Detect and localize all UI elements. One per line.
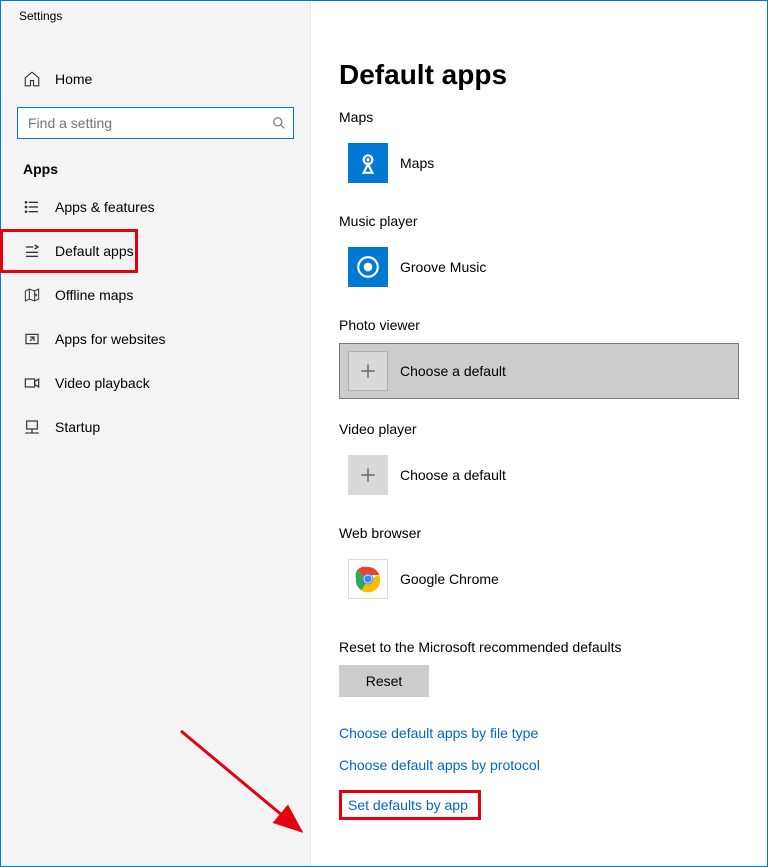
links: Choose default apps by file type Choose … <box>339 725 739 821</box>
link-by-file-type[interactable]: Choose default apps by file type <box>339 725 538 741</box>
app-web-label: Google Chrome <box>400 571 499 587</box>
sidebar-item-default-apps[interactable]: Default apps <box>3 232 135 270</box>
category-web-label: Web browser <box>339 525 739 541</box>
app-music[interactable]: Groove Music <box>339 239 739 295</box>
sidebar-item-apps-for-websites[interactable]: Apps for websites <box>1 317 310 361</box>
sidebar-item-label: Apps for websites <box>55 331 166 347</box>
app-maps-label: Maps <box>400 155 434 171</box>
list-icon <box>23 198 41 216</box>
search-input[interactable] <box>17 107 294 139</box>
link-set-defaults-by-app[interactable]: Set defaults by app <box>348 797 468 813</box>
maps-icon <box>348 143 388 183</box>
category-photo-label: Photo viewer <box>339 317 739 333</box>
home-label: Home <box>55 71 92 87</box>
app-music-label: Groove Music <box>400 259 486 275</box>
app-web[interactable]: Google Chrome <box>339 551 739 607</box>
category-video-label: Video player <box>339 421 739 437</box>
reset-text: Reset to the Microsoft recommended defau… <box>339 639 739 655</box>
app-video[interactable]: Choose a default <box>339 447 739 503</box>
sidebar-section-title: Apps <box>1 139 310 181</box>
category-maps-label: Maps <box>339 109 739 125</box>
sidebar-item-label: Apps & features <box>55 199 155 215</box>
page-title: Default apps <box>339 59 739 91</box>
nav-list: Apps & features Default apps <box>1 181 310 449</box>
sidebar-item-label: Offline maps <box>55 287 133 303</box>
window-title: Settings <box>1 1 310 29</box>
startup-icon <box>23 418 41 436</box>
main-panel: Default apps Maps Maps Music player Groo… <box>311 1 767 866</box>
map-icon <box>23 286 41 304</box>
groove-icon <box>348 247 388 287</box>
sidebar-item-startup[interactable]: Startup <box>1 405 310 449</box>
app-video-label: Choose a default <box>400 467 506 483</box>
category-music-label: Music player <box>339 213 739 229</box>
sidebar-item-apps-features[interactable]: Apps & features <box>1 185 310 229</box>
app-photo-label: Choose a default <box>400 363 506 379</box>
app-photo[interactable]: Choose a default <box>339 343 739 399</box>
link-by-protocol[interactable]: Choose default apps by protocol <box>339 757 540 773</box>
sidebar: Settings Home Apps <box>1 1 311 866</box>
home-button[interactable]: Home <box>1 57 310 101</box>
home-icon <box>23 70 41 88</box>
sidebar-item-label: Video playback <box>55 375 150 391</box>
sidebar-item-video-playback[interactable]: Video playback <box>1 361 310 405</box>
open-icon <box>23 330 41 348</box>
sidebar-item-label: Default apps <box>55 243 134 259</box>
plus-icon <box>348 455 388 495</box>
video-icon <box>23 374 41 392</box>
sidebar-item-offline-maps[interactable]: Offline maps <box>1 273 310 317</box>
app-maps[interactable]: Maps <box>339 135 739 191</box>
chrome-icon <box>348 559 388 599</box>
defaults-icon <box>23 242 41 260</box>
sidebar-item-label: Startup <box>55 419 100 435</box>
reset-button[interactable]: Reset <box>339 665 429 697</box>
plus-icon <box>348 351 388 391</box>
